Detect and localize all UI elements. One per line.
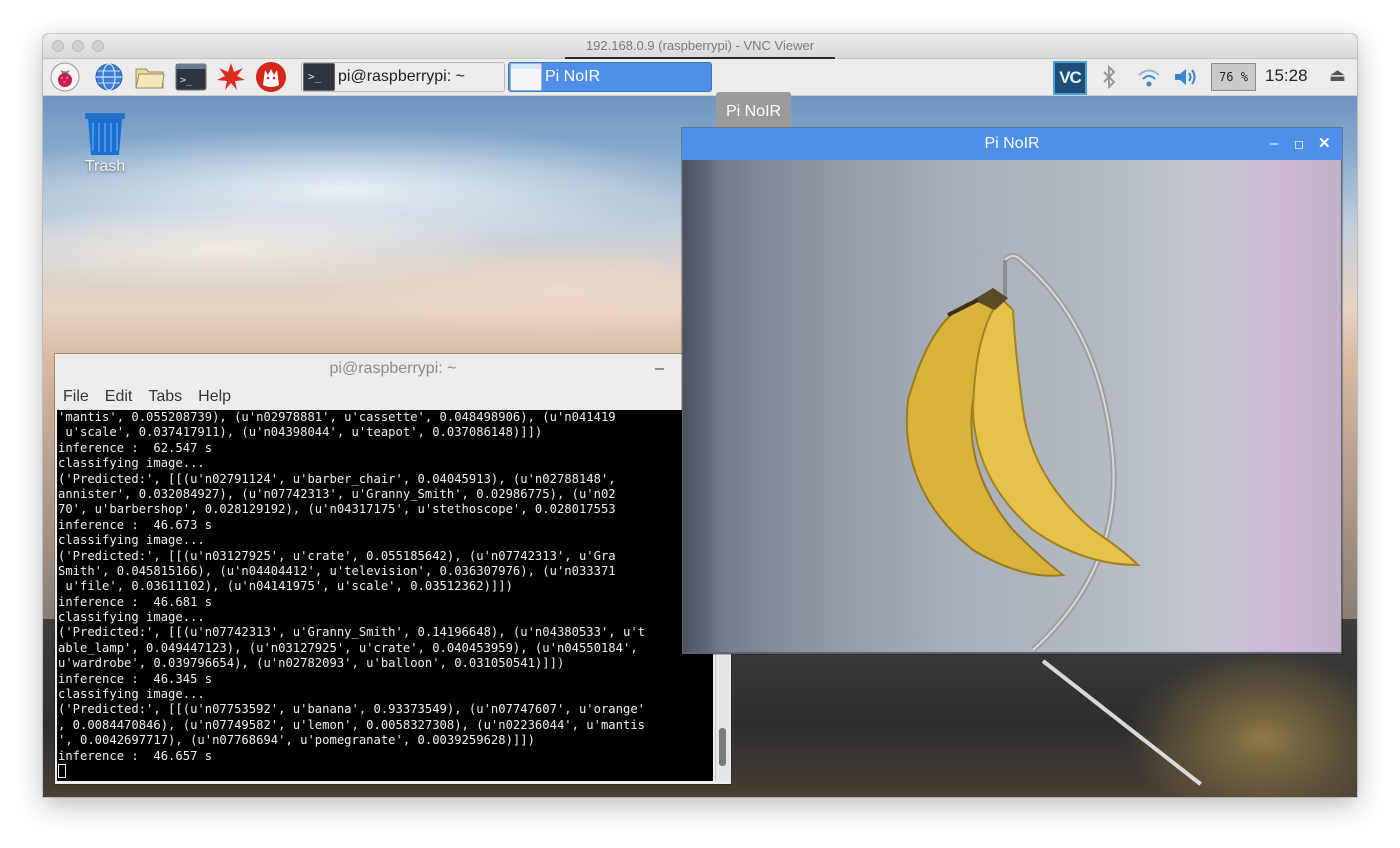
terminal-line: inference : 46.673 s (58, 517, 213, 532)
desktop[interactable]: >_ >_ pi@raspberrypi: ~ Pi NoIR VC 76 % … (43, 59, 1357, 797)
terminal-menu-bar: File Edit Tabs Help (55, 384, 731, 410)
terminal-line: ('Predicted:', [[(u'n07742313', u'Granny… (58, 625, 645, 640)
raspberry-menu-icon[interactable] (49, 61, 81, 93)
mathematica-star-icon[interactable] (215, 61, 247, 93)
menu-file[interactable]: File (55, 384, 97, 410)
minimize-icon[interactable]: – (1270, 128, 1278, 160)
pi-noir-titlebar[interactable]: Pi NoIR (682, 128, 1342, 160)
terminal-line: classifying image... (58, 456, 205, 471)
taskbar-task-label: pi@raspberrypi: ~ (338, 68, 465, 85)
terminal-titlebar[interactable]: pi@raspberrypi: ~ (55, 354, 731, 384)
taskbar-task-label: Pi NoIR (545, 68, 601, 85)
vnc-viewer-window: 192.168.0.9 (raspberrypi) - VNC Viewer >… (43, 34, 1357, 797)
wolfram-icon[interactable] (255, 61, 287, 93)
window-title: 192.168.0.9 (raspberrypi) - VNC Viewer (585, 38, 815, 53)
terminal-line: Smith', 0.045815166), (u'n04404412', u't… (58, 563, 616, 578)
terminal-line: , 0.0084470846), (u'n07749582', u'lemon'… (58, 717, 645, 732)
terminal-line: 'mantis', 0.055208739), (u'n02978881', u… (58, 410, 616, 424)
menu-help[interactable]: Help (190, 384, 239, 410)
terminal-line: u'file', 0.03611102), (u'n04141975', u's… (58, 579, 513, 594)
terminal-line: inference : 46.681 s (58, 594, 213, 609)
taskbar-tooltip: Pi NoIR (716, 92, 791, 132)
trash-label: Trash (84, 158, 126, 175)
terminal-line: 70', u'barbershop', 0.028129192), (u'n04… (58, 502, 616, 517)
clock[interactable]: 15:28 (1265, 66, 1308, 86)
close-icon[interactable]: ✕ (1318, 128, 1331, 160)
svg-text:>_: >_ (180, 75, 193, 86)
terminal-line: classifying image... (58, 687, 205, 702)
terminal-line: classifying image... (58, 610, 205, 625)
terminal-line: ('Predicted:', [[(u'n02791124', u'barber… (58, 471, 616, 486)
terminal-line: inference : 62.547 s (58, 440, 213, 455)
taskbar: >_ >_ pi@raspberrypi: ~ Pi NoIR VC 76 % … (43, 59, 1357, 96)
terminal-cursor (58, 764, 66, 779)
terminal-line: inference : 46.657 s (58, 748, 213, 763)
vnc-server-icon[interactable]: VC (1053, 61, 1087, 95)
terminal-line: annister', 0.032084927), (u'n07742313', … (58, 486, 616, 501)
volume-icon[interactable] (1171, 59, 1201, 95)
window-task-icon (510, 63, 542, 91)
web-browser-globe-icon[interactable] (93, 61, 125, 93)
camera-preview (683, 160, 1341, 652)
taskbar-task-pi-noir[interactable]: Pi NoIR (508, 62, 712, 92)
bluetooth-icon[interactable] (1097, 59, 1121, 95)
minimize-icon[interactable]: – (655, 354, 664, 384)
file-manager-folder-icon[interactable] (134, 61, 166, 93)
terminal-launcher-icon[interactable]: >_ (175, 61, 207, 93)
terminal-line: ('Predicted:', [[(u'n07753592', u'banana… (58, 702, 645, 717)
terminal-line: u'scale', 0.037417911), (u'n04398044', u… (58, 425, 543, 440)
eject-icon[interactable]: ⏏ (1329, 65, 1346, 86)
pi-noir-window: Pi NoIR – ◻ ✕ (682, 128, 1342, 654)
terminal-line: ('Predicted:', [[(u'n03127925', u'crate'… (58, 548, 616, 563)
trash-icon[interactable] (81, 109, 129, 157)
desktop-grass (1123, 649, 1357, 797)
taskbar-task-terminal[interactable]: >_ pi@raspberrypi: ~ (301, 62, 505, 92)
terminal-window: pi@raspberrypi: ~ – File Edit Tabs Help … (55, 354, 731, 784)
terminal-prompt[interactable] (57, 764, 713, 779)
terminal-line: inference : 46.345 s (58, 671, 213, 686)
wifi-icon[interactable] (1135, 59, 1163, 95)
terminal-task-icon: >_ (303, 63, 335, 91)
mac-titlebar[interactable]: 192.168.0.9 (raspberrypi) - VNC Viewer (43, 34, 1357, 59)
menu-tabs[interactable]: Tabs (140, 384, 190, 410)
terminal-line: able_lamp', 0.049447123), (u'n03127925',… (58, 640, 638, 655)
maximize-icon[interactable]: ◻ (1294, 128, 1304, 160)
cpu-usage-monitor[interactable]: 76 % (1211, 63, 1256, 91)
terminal-line: u'wardrobe', 0.039796654), (u'n02782093'… (58, 656, 565, 671)
banana-hanger-illustration (905, 253, 1141, 652)
scrollbar-thumb[interactable] (719, 728, 726, 766)
terminal-output[interactable]: 'mantis', 0.055208739), (u'n02978881', u… (57, 410, 713, 781)
terminal-line: ', 0.0042697717), (u'n07768694', u'pomeg… (58, 733, 535, 748)
menu-edit[interactable]: Edit (97, 384, 141, 410)
terminal-line: classifying image... (58, 533, 205, 548)
